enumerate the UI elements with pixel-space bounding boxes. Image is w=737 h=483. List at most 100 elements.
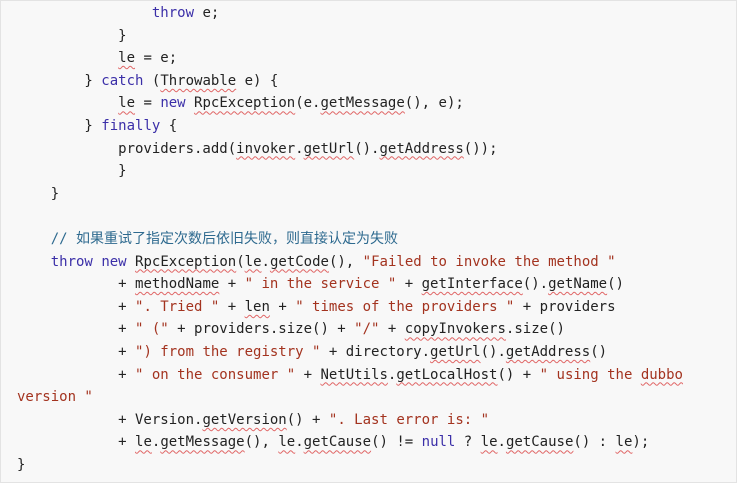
code-token: = e;: [135, 50, 178, 67]
code-line: le = e;: [17, 49, 177, 67]
code-token: getCode: [269, 253, 329, 270]
code-token: " (": [135, 321, 169, 338]
code-block: throw e; } le = e; } catch (Throwable e)…: [0, 0, 737, 483]
code-token: (): [607, 276, 624, 293]
code-line: }: [17, 456, 25, 474]
code-token: " in the service ": [244, 276, 397, 293]
code-token: null: [421, 434, 456, 451]
code-line: + methodName + " in the service " + getI…: [17, 275, 624, 293]
code-token: ().: [354, 140, 380, 157]
code-token: +: [17, 366, 136, 383]
code-token: () +: [497, 366, 540, 383]
code-token: () :: [573, 434, 616, 451]
code-token: getVersion: [202, 411, 287, 428]
code-token: Throwable: [160, 72, 237, 89]
code-token: =: [135, 95, 161, 112]
code-token: getMessage: [160, 434, 245, 451]
code-token: "/": [354, 321, 380, 338]
code-token: +: [17, 434, 136, 451]
code-token: }: [17, 163, 127, 180]
code-token: {: [160, 118, 178, 134]
code-token: ". Tried ": [135, 298, 220, 315]
code-token: ") from the registry ": [135, 344, 321, 360]
code-line: + ". Tried " + len + " times of the prov…: [17, 298, 616, 316]
code-token: +: [219, 298, 245, 315]
code-token: e) {: [236, 72, 279, 89]
code-token: + providers.size() +: [168, 321, 355, 338]
code-token: RpcException: [194, 95, 296, 112]
code-token: + providers: [514, 298, 616, 315]
code-token: +: [295, 366, 321, 383]
code-token: +: [219, 276, 245, 293]
code-token: (): [590, 344, 608, 360]
code-token: providers.add(: [17, 140, 237, 157]
code-token: +: [17, 298, 136, 315]
code-token: e;: [194, 5, 220, 21]
code-token: );: [632, 434, 650, 451]
code-token: ());: [463, 140, 498, 157]
code-token: throw: [50, 253, 93, 270]
code-token: // 如果重试了指定次数后依旧失败，则直接认定为失败: [50, 231, 399, 247]
code-token: throw: [151, 5, 195, 21]
code-token: getMessage: [320, 95, 405, 112]
code-token: le: [480, 434, 498, 451]
code-token: le: [615, 434, 633, 451]
code-token: getCause: [303, 434, 372, 451]
code-token: ". Last error is: ": [328, 411, 490, 428]
code-token: getCause: [505, 434, 574, 451]
code-token: (: [236, 253, 245, 270]
code-token: " on the consumer ": [135, 366, 296, 383]
code-line: } finally {: [17, 117, 177, 135]
code-token: () !=: [371, 434, 422, 451]
code-token: +: [379, 321, 405, 338]
code-line: le = new RpcException(e.getMessage(), e)…: [17, 94, 464, 112]
code-token: getAddress: [505, 344, 591, 360]
code-line: }: [17, 27, 127, 45]
code-token: +: [269, 298, 296, 315]
code-line: + " on the consumer " + NetUtils.getLoca…: [17, 366, 683, 384]
code-token: (), e);: [404, 95, 464, 112]
code-token: +: [17, 276, 136, 293]
code-token: }: [17, 457, 26, 473]
code-token: getLocalHost: [396, 366, 498, 383]
code-token: .: [261, 253, 270, 270]
code-token: finally: [101, 118, 161, 134]
code-token: (),: [328, 253, 363, 270]
code-line: + " (" + providers.size() + "/" + copyIn…: [17, 320, 565, 338]
code-token: copyInvokers: [404, 321, 506, 338]
code-line: }: [17, 185, 59, 203]
code-line: + le.getMessage(), le.getCause() != null…: [17, 433, 649, 451]
code-line: // 如果重试了指定次数后依旧失败，则直接认定为失败: [17, 230, 398, 248]
code-token: methodName: [135, 276, 220, 293]
code-token: +: [396, 276, 422, 293]
code-token: dubbo: [640, 366, 683, 383]
code-token: RpcException: [135, 253, 237, 270]
code-line: } catch (Throwable e) {: [17, 72, 278, 90]
code-token: le: [278, 434, 296, 451]
code-line: + ") from the registry " + directory.get…: [17, 343, 607, 361]
code-token: (: [143, 72, 161, 89]
code-line: providers.add(invoker.getUrl().getAddres…: [17, 140, 498, 158]
code-token: le: [135, 434, 152, 451]
code-token: (),: [244, 434, 279, 451]
code-token: ?: [455, 434, 481, 451]
code-token: .: [295, 140, 304, 157]
code-token: }: [17, 27, 127, 44]
code-token: ().: [480, 344, 506, 360]
code-token: len: [244, 298, 270, 315]
code-token: .: [295, 434, 304, 451]
code-token: +: [17, 321, 136, 338]
code-token: getUrl: [430, 344, 481, 360]
code-token: .size(): [505, 321, 565, 338]
code-token: getInterface: [421, 276, 523, 293]
code-token: getAddress: [379, 140, 464, 157]
code-line: }: [17, 162, 127, 180]
code-token: }: [17, 72, 102, 89]
